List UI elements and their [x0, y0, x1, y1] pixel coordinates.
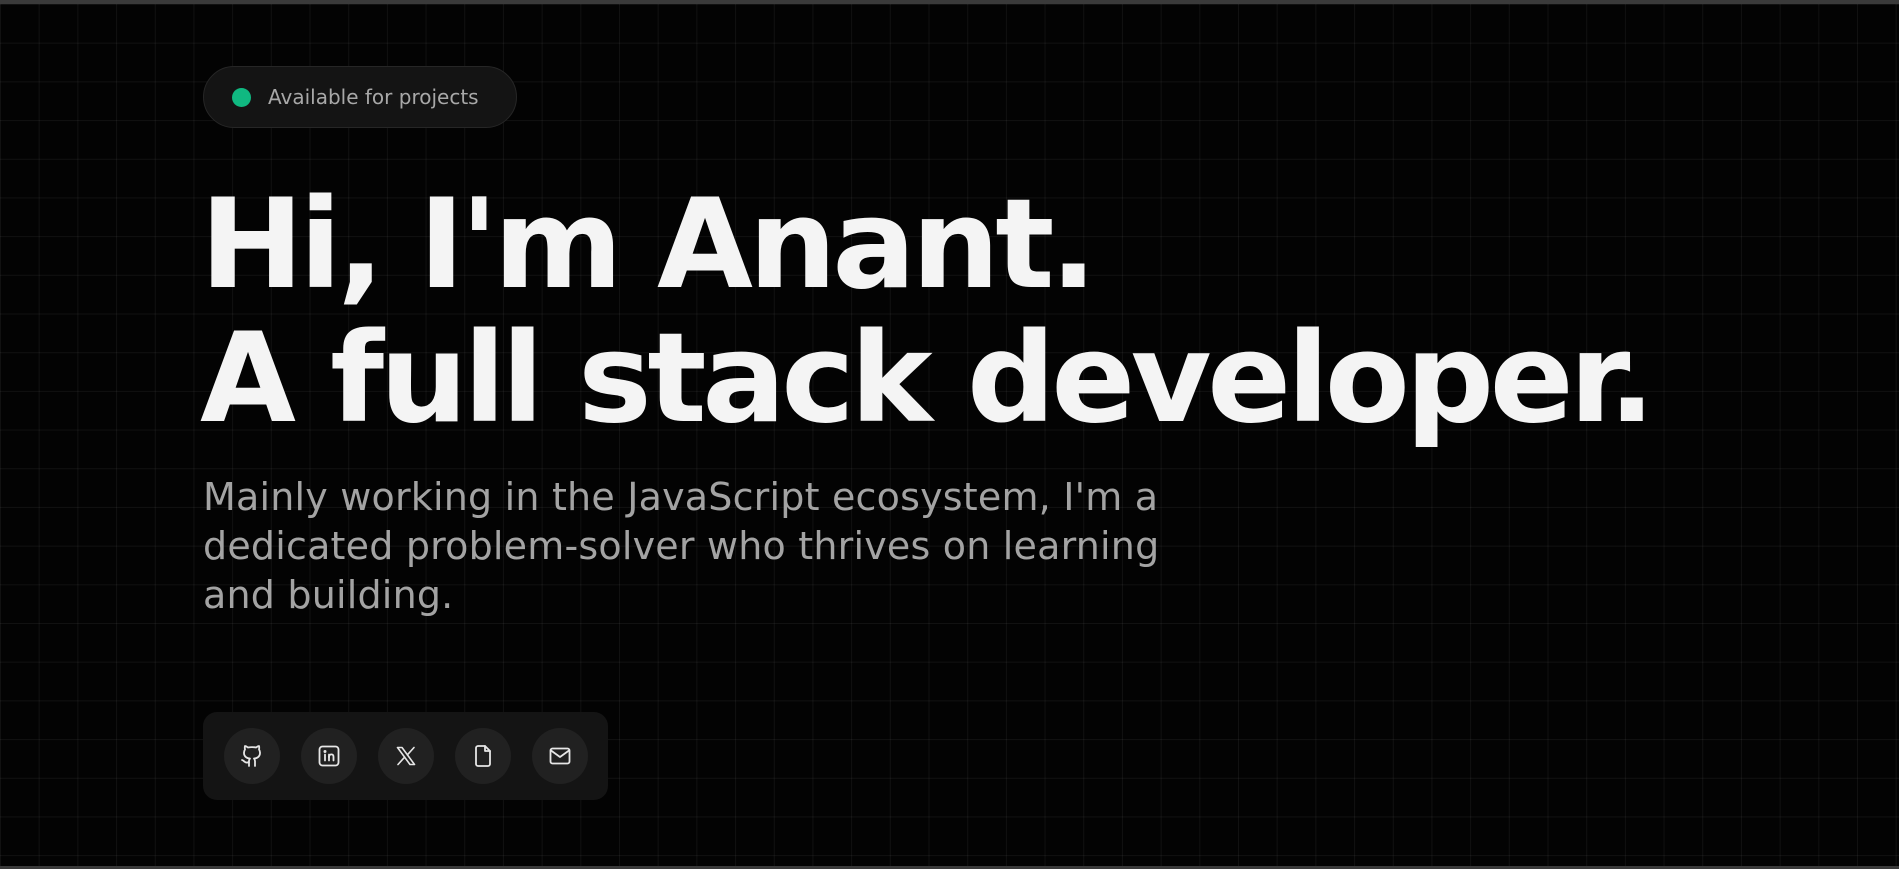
- availability-label: Available for projects: [268, 85, 479, 109]
- social-links-bar: [203, 712, 608, 800]
- x-icon: [396, 746, 416, 766]
- linkedin-link-button[interactable]: [301, 728, 357, 784]
- hero-headline: Hi, I'm Anant. A full stack developer.: [200, 173, 1655, 451]
- hero-intro-text: Mainly working in the JavaScript ecosyst…: [203, 475, 1160, 617]
- github-icon: [241, 745, 261, 767]
- linkedin-icon: [318, 745, 340, 767]
- email-link-button[interactable]: [532, 728, 588, 784]
- resume-document-icon: [475, 745, 491, 767]
- headline-role: A full stack developer.: [200, 307, 1655, 451]
- hero-page: Available for projects Hi, I'm Anant. A …: [0, 0, 1899, 869]
- mail-icon: [549, 747, 571, 765]
- github-link-button[interactable]: [224, 728, 280, 784]
- availability-badge: Available for projects: [203, 66, 517, 128]
- resume-link-button[interactable]: [455, 728, 511, 784]
- status-dot-icon: [232, 87, 251, 107]
- x-twitter-link-button[interactable]: [378, 728, 434, 784]
- headline-greeting: Hi, I'm Anant.: [200, 173, 1097, 317]
